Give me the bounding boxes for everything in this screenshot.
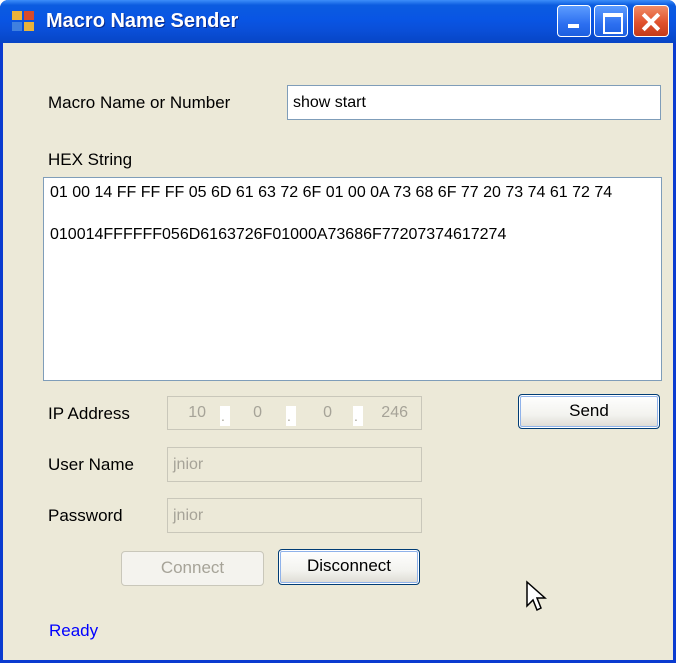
close-icon[interactable] [633, 5, 669, 37]
ip-octet-2: 0 [253, 404, 262, 421]
send-button[interactable]: Send [518, 394, 660, 429]
macro-name-label: Macro Name or Number [48, 93, 231, 112]
ip-separator: . [220, 406, 230, 426]
window-title: Macro Name Sender [46, 10, 239, 32]
hex-string-textarea[interactable]: 01 00 14 FF FF FF 05 6D 61 63 72 6F 01 0… [43, 177, 662, 381]
user-name-input[interactable]: jnior [167, 447, 422, 482]
app-icon [12, 11, 34, 31]
ip-octet-1: 10 [188, 404, 206, 421]
minimize-icon[interactable] [557, 5, 591, 37]
title-bar[interactable]: Macro Name Sender [0, 0, 676, 43]
hex-string-label: HEX String [48, 150, 133, 169]
password-label: Password [48, 506, 123, 525]
connect-button[interactable]: Connect [121, 551, 264, 586]
macro-name-input[interactable]: show start [287, 85, 661, 120]
status-text: Ready [49, 621, 99, 640]
ip-octet-3: 0 [323, 404, 332, 421]
password-input[interactable]: jnior [167, 498, 422, 533]
disconnect-button[interactable]: Disconnect [278, 549, 420, 585]
maximize-icon[interactable] [594, 5, 628, 37]
mouse-cursor-icon [526, 580, 547, 612]
ip-address-label: IP Address [48, 404, 130, 423]
ip-separator: . [353, 406, 363, 426]
user-name-label: User Name [48, 455, 134, 474]
ip-octet-4: 246 [381, 404, 408, 421]
app-window: Macro Name Sender Macro Name or Number s… [0, 0, 676, 663]
ip-address-input[interactable]: 10 . 0 . 0 . 246 [167, 396, 422, 430]
ip-separator: . [286, 406, 296, 426]
